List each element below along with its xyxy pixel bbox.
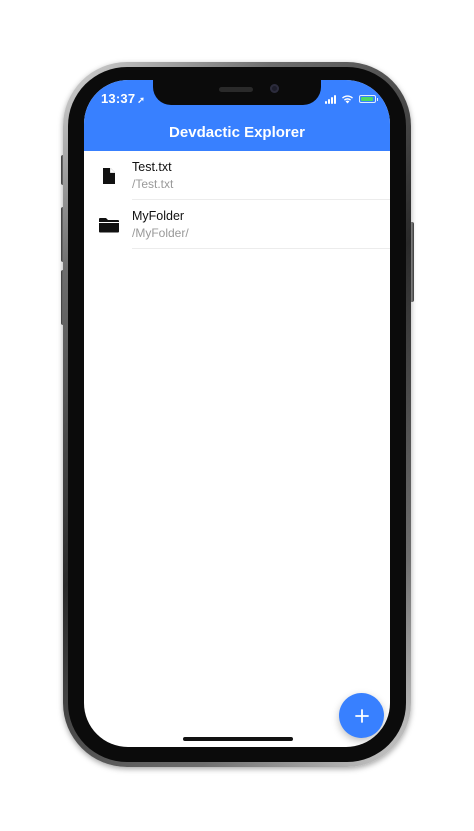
file-item-text: MyFolder /MyFolder/ [132,200,390,249]
status-time-text: 13:37 [101,91,136,106]
page-title: Devdactic Explorer [169,124,305,141]
file-name: MyFolder [132,209,185,223]
file-list: Test.txt /Test.txt MyFolder /MyFolder/ [84,151,390,249]
wifi-icon [342,95,353,104]
status-bar-time: 13:37 ➚ [101,91,145,106]
cellular-signal-icon [325,94,336,104]
document-icon [103,168,115,184]
folder-icon [99,218,119,233]
file-item-myfolder[interactable]: MyFolder /MyFolder/ [84,200,390,249]
front-camera [270,84,279,93]
location-arrow-icon: ➚ [137,95,145,105]
phone-screen: 13:37 ➚ Devdactic Explorer Test.txt /Tes… [84,80,390,747]
battery-level-fill [361,97,373,101]
earpiece-speaker [219,87,253,92]
toolbar: 13:37 ➚ Devdactic Explorer [84,80,390,151]
file-item-text: Test.txt /Test.txt [132,151,390,200]
file-item-test-txt[interactable]: Test.txt /Test.txt [84,151,390,200]
file-path: /MyFolder/ [132,226,189,240]
file-name: Test.txt [132,160,172,174]
status-icons [325,93,378,105]
app-stage: 13:37 ➚ Devdactic Explorer Test.txt /Tes… [0,0,474,831]
plus-icon [354,708,369,723]
home-indicator[interactable] [183,737,293,741]
battery-charging-icon [359,95,378,103]
notch [153,80,321,105]
file-path: /Test.txt [132,177,174,191]
add-fab-button[interactable] [339,693,384,738]
